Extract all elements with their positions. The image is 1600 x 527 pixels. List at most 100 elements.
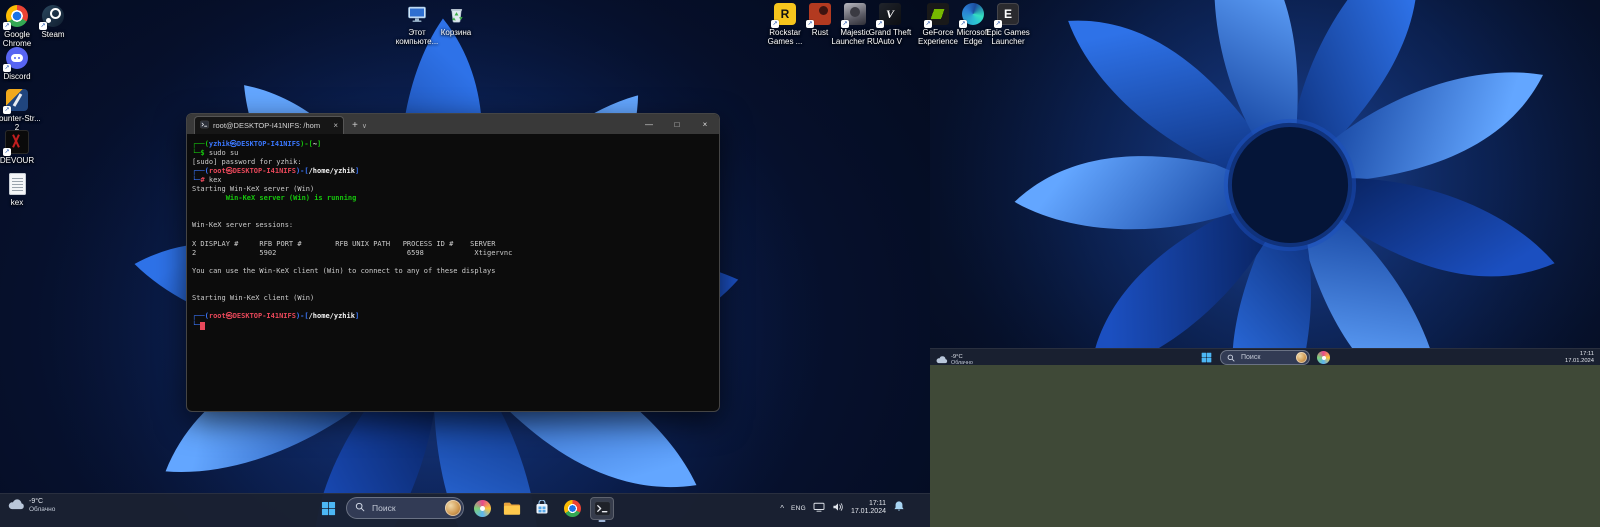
- terminal-line: └─# kex: [192, 176, 713, 185]
- search-icon: [1227, 349, 1235, 367]
- terminal-tab-icon: [200, 120, 209, 131]
- terminal-line: └─$ sudo su: [192, 149, 713, 158]
- clock-time: 17:11: [869, 500, 886, 507]
- terminal-line: X DISPLAY # RFB PORT # RFB UNIX PATH PRO…: [192, 240, 713, 249]
- terminal-line: [192, 203, 713, 212]
- icon-label: DEVOUR: [0, 156, 34, 165]
- weather-temp: -9°C: [29, 498, 55, 506]
- search-daily-image[interactable]: [1296, 352, 1307, 363]
- terminal-cursor: [200, 322, 205, 330]
- icon-label: Epic Games Launcher: [986, 28, 1030, 46]
- language-indicator[interactable]: ENG: [791, 505, 806, 512]
- desktop-icon-devour[interactable]: ↗DEVOUR: [0, 130, 50, 165]
- terminal-line: Starting Win-KeX client (Win): [192, 294, 713, 303]
- shortcut-arrow-icon: ↗: [994, 20, 1002, 28]
- search-input[interactable]: [370, 502, 440, 514]
- icon-label: Steam: [41, 30, 64, 39]
- kali-fill-area: [930, 365, 1600, 527]
- terminal-tab-title: root@DESKTOP-I41NIFS: /hom: [213, 121, 329, 130]
- taskbar-app-microsoft-store[interactable]: [530, 497, 554, 520]
- close-button[interactable]: ×: [691, 114, 719, 134]
- terminal-line: Starting Win-KeX server (Win): [192, 185, 713, 194]
- start-button-secondary[interactable]: [1198, 350, 1215, 366]
- minimize-button[interactable]: —: [635, 114, 663, 134]
- taskbar-primary: -9°C Облачно ^ ENG: [0, 493, 930, 527]
- tray-chevron-up-icon[interactable]: ^: [780, 504, 784, 513]
- epic-games-launcher-icon: ↗: [996, 2, 1020, 26]
- start-button[interactable]: [316, 497, 340, 520]
- cloud-icon: [8, 497, 25, 515]
- shortcut-arrow-icon: ↗: [3, 148, 11, 156]
- wallpaper-right: [930, 0, 1600, 348]
- search-daily-image[interactable]: [445, 500, 461, 516]
- system-tray: ^ ENG 17:11 17.01.2024: [780, 496, 905, 520]
- taskbar-app-file-explorer[interactable]: [500, 497, 524, 520]
- taskbar-search[interactable]: [346, 497, 464, 519]
- shortcut-arrow-icon: ↗: [841, 20, 849, 28]
- terminal-line: [192, 276, 713, 285]
- taskbar-clock[interactable]: 17:11 17.01.2024: [851, 500, 886, 516]
- grand-theft-auto-v-icon: ↗: [878, 2, 902, 26]
- shortcut-arrow-icon: ↗: [3, 22, 11, 30]
- desktop-icon-epic-games-launcher[interactable]: ↗Epic Games Launcher: [975, 2, 1041, 46]
- new-tab-button[interactable]: +: [352, 121, 358, 131]
- taskbar-clock-secondary[interactable]: 17:11 17.01.2024: [1565, 351, 1594, 365]
- kex-icon: [5, 172, 29, 196]
- shortcut-arrow-icon: ↗: [959, 20, 967, 28]
- terminal-line: ┌──(root㉿DESKTOP-I41NIFS)-[/home/yzhik]: [192, 312, 713, 321]
- search-icon: [355, 499, 365, 517]
- terminal-titlebar[interactable]: root@DESKTOP-I41NIFS: /hom × + ∨ — □ ×: [187, 114, 719, 134]
- shortcut-arrow-icon: ↗: [3, 64, 11, 72]
- icon-label: Discord: [3, 72, 30, 81]
- shortcut-arrow-icon: ↗: [3, 106, 11, 114]
- desktop-icon-recycle-bin[interactable]: Корзина: [423, 2, 489, 37]
- terminal-line: └─: [192, 321, 713, 330]
- taskbar-app-google-chrome[interactable]: [560, 497, 584, 520]
- terminal-output[interactable]: ┌──(yzhik㉿DESKTOP-I41NIFS)-[~]└─$ sudo s…: [187, 134, 719, 411]
- terminal-line: ┌──(yzhik㉿DESKTOP-I41NIFS)-[~]: [192, 140, 713, 149]
- terminal-line: 2 5902 6598 Xtigervnc: [192, 249, 713, 258]
- terminal-tab[interactable]: root@DESKTOP-I41NIFS: /hom ×: [194, 116, 344, 134]
- discord-icon: ↗: [5, 46, 29, 70]
- taskbar-app-photos[interactable]: [470, 497, 494, 520]
- devour-icon: ↗: [5, 130, 29, 154]
- tab-dropdown-icon[interactable]: ∨: [362, 122, 367, 130]
- terminal-line: Win-KeX server sessions:: [192, 221, 713, 230]
- terminal-line: ┌──(root㉿DESKTOP-I41NIFS)-[/home/yzhik]: [192, 167, 713, 176]
- taskbar-search-secondary[interactable]: [1220, 350, 1310, 365]
- terminal-line: Win-KeX server (Win) is running: [192, 194, 713, 203]
- desktop-icon-counter-strike-2[interactable]: ↗Counter-Str... 2: [0, 88, 50, 132]
- weather-widget[interactable]: -9°C Облачно: [8, 497, 55, 515]
- taskbar-secondary: -9°C Облачно 17:11 17.01.2024: [930, 348, 1600, 366]
- steam-icon: ↗: [41, 4, 65, 28]
- desktop-icon-kex[interactable]: kex: [0, 172, 50, 207]
- desktop-icon-steam[interactable]: ↗ Steam: [20, 4, 86, 39]
- volume-icon[interactable]: [832, 499, 844, 517]
- maximize-button[interactable]: □: [663, 114, 691, 134]
- counter-strike-2-icon: ↗: [5, 88, 29, 112]
- recycle-bin-icon: [444, 2, 468, 26]
- desktop-icon-discord[interactable]: ↗Discord: [0, 46, 50, 81]
- icon-label: kex: [11, 198, 23, 207]
- taskbar-app-photos[interactable]: [1315, 350, 1332, 366]
- search-input-secondary[interactable]: [1239, 353, 1292, 362]
- network-icon[interactable]: [813, 499, 825, 517]
- taskbar-app-windows-terminal[interactable]: [590, 497, 614, 520]
- terminal-line: [192, 258, 713, 267]
- clock-time: 17:11: [1580, 351, 1594, 357]
- tab-close-icon[interactable]: ×: [333, 122, 338, 130]
- shortcut-arrow-icon: ↗: [924, 20, 932, 28]
- terminal-line: [sudo] password for yzhik:: [192, 158, 713, 167]
- shortcut-arrow-icon: ↗: [771, 20, 779, 28]
- notification-bell-icon[interactable]: [893, 499, 905, 517]
- icon-label: Корзина: [441, 28, 471, 37]
- dual-monitor-desktop: ↗Google Chrome↗Steam↗Discord↗Counter-Str…: [0, 0, 1600, 527]
- weather-condition: Облачно: [29, 506, 55, 514]
- terminal-line: You can use the Win-KeX client (Win) to …: [192, 267, 713, 276]
- wallpaper-bloom-right: [930, 0, 1600, 348]
- terminal-line: [192, 230, 713, 239]
- windows-terminal-window: root@DESKTOP-I41NIFS: /hom × + ∨ — □ × ┌…: [186, 113, 720, 412]
- monitor-right: -9°C Облачно 17:11 17.01.2024: [930, 0, 1600, 527]
- terminal-line: [192, 285, 713, 294]
- shortcut-arrow-icon: ↗: [806, 20, 814, 28]
